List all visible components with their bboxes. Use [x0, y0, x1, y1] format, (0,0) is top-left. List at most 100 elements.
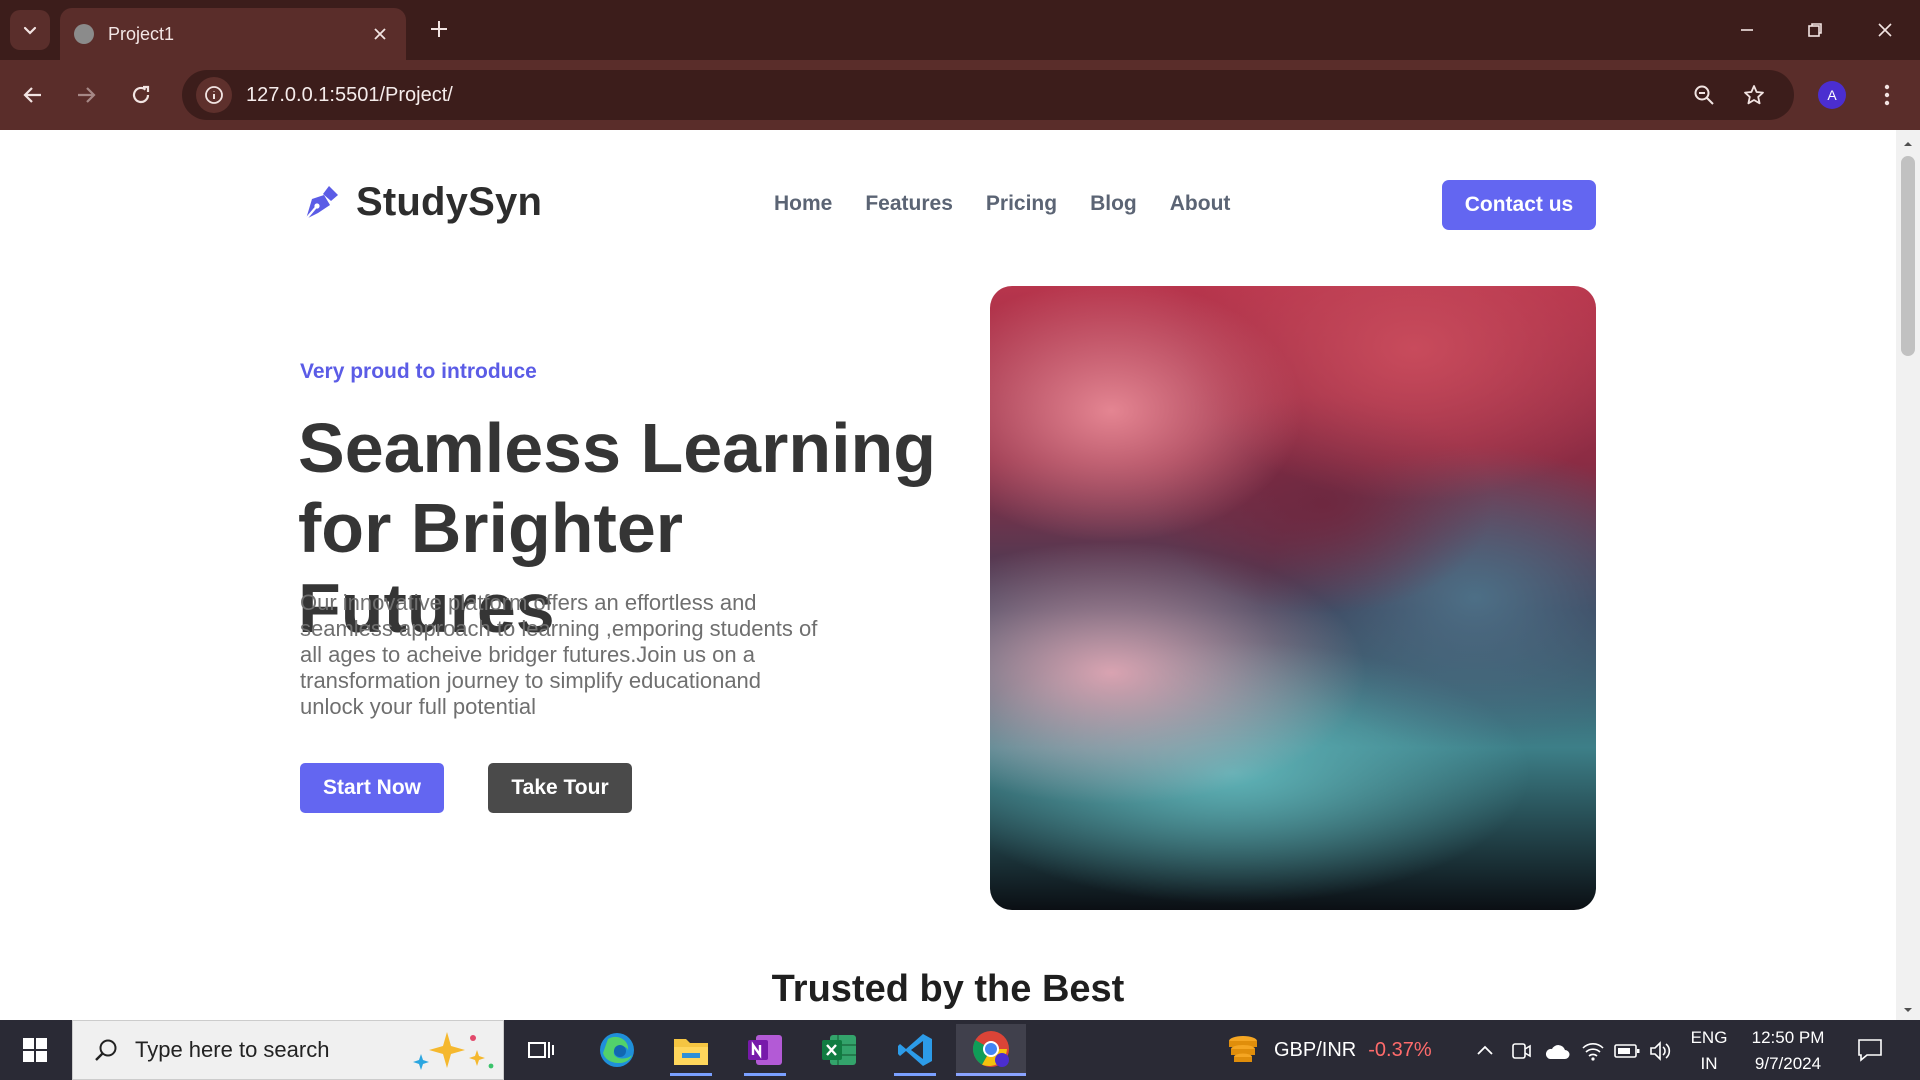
clock-date[interactable]: 9/7/2024 — [1740, 1054, 1836, 1074]
search-icon — [95, 1039, 117, 1061]
minimize-icon — [1741, 29, 1753, 31]
minimize-button[interactable] — [1724, 12, 1770, 48]
page-viewport: StudySyn Home Features Pricing Blog Abou… — [0, 130, 1896, 1020]
excel-icon — [822, 1035, 856, 1065]
cloud-icon — [1545, 1045, 1570, 1059]
section-title: Trusted by the Best — [771, 968, 1125, 1010]
forward-button[interactable] — [68, 77, 104, 113]
start-now-button[interactable]: Start Now — [300, 763, 444, 813]
nav-about[interactable]: About — [1170, 192, 1231, 216]
app-running-indicator — [894, 1073, 936, 1076]
plus-icon — [431, 21, 447, 37]
new-tab-button[interactable] — [424, 14, 454, 44]
close-window-button[interactable] — [1862, 12, 1908, 48]
arrow-left-icon — [23, 87, 41, 103]
zoom-button[interactable] — [1686, 77, 1722, 113]
browser-titlebar: Project1 — [0, 0, 1920, 60]
tab-search-button[interactable] — [10, 10, 50, 50]
start-button[interactable] — [0, 1020, 70, 1080]
app-running-indicator — [744, 1073, 786, 1076]
chrome-icon — [972, 1030, 1009, 1067]
bookmark-button[interactable] — [1736, 77, 1772, 113]
taskbar-vscode[interactable] — [880, 1024, 950, 1076]
globe-icon — [74, 24, 94, 44]
more-vertical-icon — [1884, 84, 1890, 106]
restore-icon — [1808, 23, 1822, 37]
pen-nib-logo-icon — [305, 185, 338, 220]
close-icon — [374, 28, 386, 40]
taskbar-onenote[interactable] — [730, 1024, 800, 1076]
brand-name: StudySyn — [356, 180, 543, 224]
tray-wifi[interactable] — [1580, 1038, 1606, 1064]
close-icon — [1878, 23, 1892, 37]
hero-eyebrow: Very proud to introduce — [300, 360, 537, 383]
chevron-up-icon — [1477, 1045, 1493, 1055]
tray-onedrive[interactable] — [1544, 1038, 1570, 1064]
taskbar-chrome[interactable] — [956, 1024, 1026, 1076]
chevron-down-icon — [23, 26, 37, 35]
taskbar-excel[interactable] — [804, 1024, 874, 1076]
taskbar-search-box[interactable]: Type here to search — [72, 1020, 504, 1080]
hero-image — [990, 286, 1596, 910]
widget-change: -0.37% — [1368, 1038, 1432, 1061]
site-info-button[interactable] — [196, 77, 232, 113]
vscode-icon — [898, 1034, 932, 1066]
taskbar-search-placeholder: Type here to search — [135, 1037, 330, 1062]
wifi-icon — [1582, 1043, 1604, 1061]
browser-toolbar: 127.0.0.1:5501/Project/ A — [0, 60, 1920, 130]
tray-volume[interactable] — [1648, 1038, 1674, 1064]
speaker-icon — [1650, 1041, 1671, 1061]
coin-stack-icon — [1229, 1036, 1257, 1062]
take-tour-button[interactable]: Take Tour — [488, 763, 632, 813]
site-navigation: Home Features Pricing Blog About — [774, 192, 1263, 216]
onenote-icon — [748, 1035, 782, 1065]
url-text: 127.0.0.1:5501/Project/ — [246, 83, 453, 106]
scroll-down-arrow-icon[interactable] — [1902, 1004, 1914, 1016]
profile-avatar[interactable]: A — [1818, 81, 1846, 109]
browser-tab[interactable]: Project1 — [60, 8, 406, 60]
star-icon — [1744, 85, 1764, 105]
zoom-icon — [1694, 85, 1714, 105]
info-icon — [205, 86, 223, 104]
hero-title-line1: Seamless Learning — [298, 409, 937, 487]
language-top[interactable]: ENG — [1688, 1028, 1730, 1048]
browser-menu-button[interactable] — [1872, 77, 1902, 113]
file-explorer-icon — [674, 1039, 708, 1065]
tab-title: Project1 — [108, 23, 175, 44]
taskbar-edge[interactable] — [582, 1024, 652, 1076]
tray-overflow-button[interactable] — [1472, 1038, 1498, 1064]
back-button[interactable] — [15, 77, 51, 113]
currency-widget[interactable]: GBP/INR -0.37% — [1226, 1020, 1432, 1080]
hero-description: Our innovative platform offers an effort… — [300, 590, 818, 719]
scroll-thumb[interactable] — [1901, 156, 1915, 356]
sparkle-icon — [413, 1032, 494, 1070]
scroll-up-arrow-icon[interactable] — [1902, 138, 1914, 150]
tab-close-button[interactable] — [368, 22, 392, 46]
camera-icon — [1512, 1043, 1531, 1059]
reload-button[interactable] — [123, 77, 159, 113]
reload-icon — [132, 85, 150, 104]
language-bottom[interactable]: IN — [1688, 1054, 1730, 1074]
task-view-button[interactable] — [506, 1024, 576, 1076]
brand[interactable]: StudySyn — [298, 180, 542, 225]
clock-time[interactable]: 12:50 PM — [1740, 1028, 1836, 1048]
page-scrollbar[interactable] — [1896, 130, 1920, 1020]
app-running-indicator — [670, 1073, 712, 1076]
windows-taskbar: Type here to search GBP/INR -0.37% ENG I… — [0, 1020, 1920, 1080]
tray-meet-now[interactable] — [1508, 1038, 1534, 1064]
restore-button[interactable] — [1792, 12, 1838, 48]
tray-battery[interactable] — [1614, 1038, 1640, 1064]
arrow-right-icon — [78, 87, 96, 103]
nav-features[interactable]: Features — [865, 192, 953, 216]
contact-us-button[interactable]: Contact us — [1442, 180, 1596, 230]
notification-icon — [1858, 1039, 1882, 1062]
notification-center-button[interactable] — [1854, 1034, 1886, 1066]
battery-icon — [1614, 1044, 1640, 1058]
nav-pricing[interactable]: Pricing — [986, 192, 1057, 216]
nav-blog[interactable]: Blog — [1090, 192, 1137, 216]
address-bar[interactable]: 127.0.0.1:5501/Project/ — [182, 70, 1794, 120]
edge-icon — [600, 1033, 634, 1067]
nav-home[interactable]: Home — [774, 192, 832, 216]
taskbar-file-explorer[interactable] — [656, 1024, 726, 1076]
task-view-icon — [528, 1042, 554, 1058]
